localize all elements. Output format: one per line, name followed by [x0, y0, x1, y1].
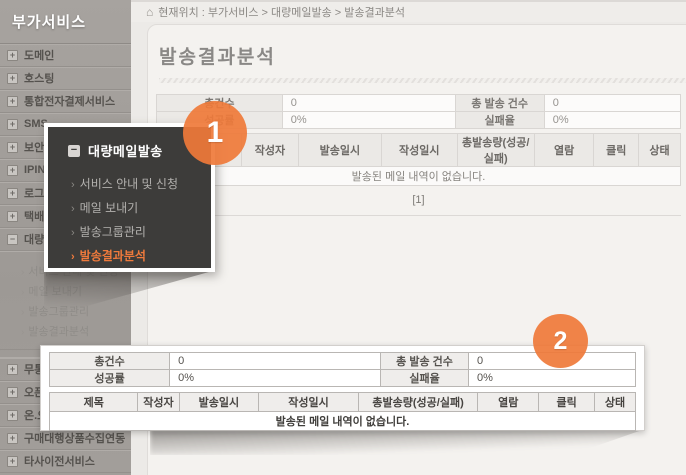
- sidebar-item-label: 보안: [24, 139, 44, 155]
- col-title: 제목: [50, 393, 138, 412]
- col-author: 작성자: [241, 134, 298, 167]
- total-count-value: 0: [170, 353, 381, 370]
- chevron-right-icon: ›: [71, 251, 75, 263]
- expand-icon[interactable]: +: [7, 364, 18, 375]
- expand-icon[interactable]: +: [7, 387, 18, 398]
- popup-menu-item-guide[interactable]: › 서비스 안내 및 신청: [71, 175, 211, 192]
- success-rate-label: 성공률: [50, 370, 170, 387]
- col-volume: 총발송량(성공/실패): [457, 134, 534, 167]
- expand-icon[interactable]: +: [7, 456, 18, 467]
- col-read: 열람: [478, 393, 539, 412]
- col-send-date: 발송일시: [298, 134, 381, 167]
- total-count-value: 0: [282, 95, 455, 112]
- fail-rate-label: 실패율: [455, 112, 544, 129]
- collapse-icon[interactable]: −: [7, 234, 18, 245]
- col-status: 상태: [639, 134, 681, 167]
- col-send-date: 발송일시: [179, 393, 259, 412]
- zoomed-mail-list-table: 제목 작성자 발송일시 작성일시 총발송량(성공/실패) 열람 클릭 상태 발송…: [49, 392, 636, 431]
- sidebar-item-transfer[interactable]: + 타사이전서비스: [0, 450, 131, 473]
- expand-icon[interactable]: +: [7, 165, 18, 176]
- success-rate-value: 0%: [170, 370, 381, 387]
- sidebar-item-payment[interactable]: + 통합전자결제서비스: [0, 90, 131, 113]
- sidebar-item-label: 택배: [24, 208, 44, 224]
- expand-icon[interactable]: +: [7, 433, 18, 444]
- expand-icon[interactable]: +: [7, 50, 18, 61]
- submenu-item-results[interactable]: › 발송결과분석: [0, 321, 131, 341]
- col-create-date: 작성일시: [381, 134, 457, 167]
- expand-icon[interactable]: +: [7, 73, 18, 84]
- col-read: 열람: [534, 134, 594, 167]
- hatched-divider: [159, 78, 686, 83]
- sidebar-title: 부가서비스: [0, 0, 131, 44]
- sidebar-item-label: 도메인: [24, 47, 54, 63]
- sidebar-item-label: 통합전자결제서비스: [24, 93, 115, 109]
- chevron-right-icon: ›: [71, 227, 75, 239]
- breadcrumb-text: 현재위치 : 부가서비스 > 대량메일발송 > 발송결과분석: [158, 4, 405, 20]
- breadcrumb: ⌂ 현재위치 : 부가서비스 > 대량메일발송 > 발송결과분석: [131, 0, 686, 22]
- popup-menu-item-groups[interactable]: › 발송그룹관리: [71, 223, 211, 240]
- popup-menu-item-results-active[interactable]: › 발송결과분석: [71, 247, 211, 264]
- home-icon: ⌂: [146, 6, 153, 18]
- sidebar-item-label: 대량: [24, 231, 44, 247]
- expand-icon[interactable]: +: [7, 410, 18, 421]
- popup-menu-label: 메일 보내기: [80, 201, 139, 215]
- expand-icon[interactable]: +: [7, 188, 18, 199]
- expand-icon[interactable]: +: [7, 96, 18, 107]
- col-status: 상태: [594, 393, 635, 412]
- chevron-right-icon: ›: [21, 287, 24, 298]
- sidebar-item-label: 호스팅: [24, 70, 54, 86]
- popup-menu-label: 서비스 안내 및 신청: [80, 177, 178, 191]
- sidebar-item-label: 로그: [24, 185, 44, 201]
- screen: ⌂ 현재위치 : 부가서비스 > 대량메일발송 > 발송결과분석 발송결과분석 …: [0, 0, 686, 475]
- popup-menu-label: 발송결과분석: [80, 249, 146, 263]
- chevron-right-icon: ›: [21, 267, 24, 278]
- expand-icon[interactable]: +: [7, 211, 18, 222]
- popup-menu: › 서비스 안내 및 신청 › 메일 보내기 › 발송그룹관리 › 발송결과분석: [71, 175, 211, 264]
- submenu-label: 발송결과분석: [28, 326, 89, 338]
- popup-title: 대량메일발송: [88, 141, 163, 160]
- col-volume: 총발송량(성공/실패): [358, 393, 478, 412]
- collapse-icon[interactable]: −: [68, 145, 80, 157]
- total-sent-value: 0: [544, 95, 680, 112]
- empty-message: 발송된 메일 내역이 없습니다.: [50, 412, 636, 431]
- sidebar-item-label: IPIN: [24, 164, 45, 176]
- expand-icon[interactable]: +: [7, 119, 18, 130]
- step-badge-2: 2: [533, 314, 588, 368]
- empty-message: 발송된 메일 내역이 없습니다.: [157, 167, 681, 186]
- fail-rate-value: 0%: [468, 370, 635, 387]
- step-badge-1: 1: [183, 101, 247, 165]
- success-rate-value: 0%: [282, 112, 455, 129]
- pagination-page-1[interactable]: [1]: [156, 194, 681, 206]
- total-count-label: 총건수: [50, 353, 170, 370]
- popup-menu-label: 발송그룹관리: [80, 225, 146, 239]
- sidebar-item-label: 구매대행상품수집연동: [24, 430, 125, 446]
- col-author: 작성자: [138, 393, 179, 412]
- fail-rate-label: 실패율: [381, 370, 469, 387]
- sidebar-item-hosting[interactable]: + 호스팅: [0, 67, 131, 90]
- col-click: 클릭: [594, 134, 639, 167]
- col-click: 클릭: [539, 393, 595, 412]
- chevron-right-icon: ›: [71, 179, 75, 191]
- total-sent-label: 총 발송 건수: [381, 353, 469, 370]
- fail-rate-value: 0%: [544, 112, 680, 129]
- expand-icon[interactable]: +: [7, 142, 18, 153]
- col-create-date: 작성일시: [259, 393, 359, 412]
- page-title: 발송결과분석: [159, 42, 686, 69]
- total-sent-label: 총 발송 건수: [455, 95, 544, 112]
- popup-menu-item-send[interactable]: › 메일 보내기: [71, 199, 211, 216]
- chevron-right-icon: ›: [21, 327, 24, 338]
- section-divider: [156, 215, 681, 216]
- chevron-right-icon: ›: [21, 307, 24, 318]
- chevron-right-icon: ›: [71, 203, 75, 215]
- callout-fold-shadow: [150, 429, 645, 455]
- sidebar-item-domain[interactable]: + 도메인: [0, 44, 131, 67]
- sidebar-item-label: 타사이전서비스: [24, 453, 95, 469]
